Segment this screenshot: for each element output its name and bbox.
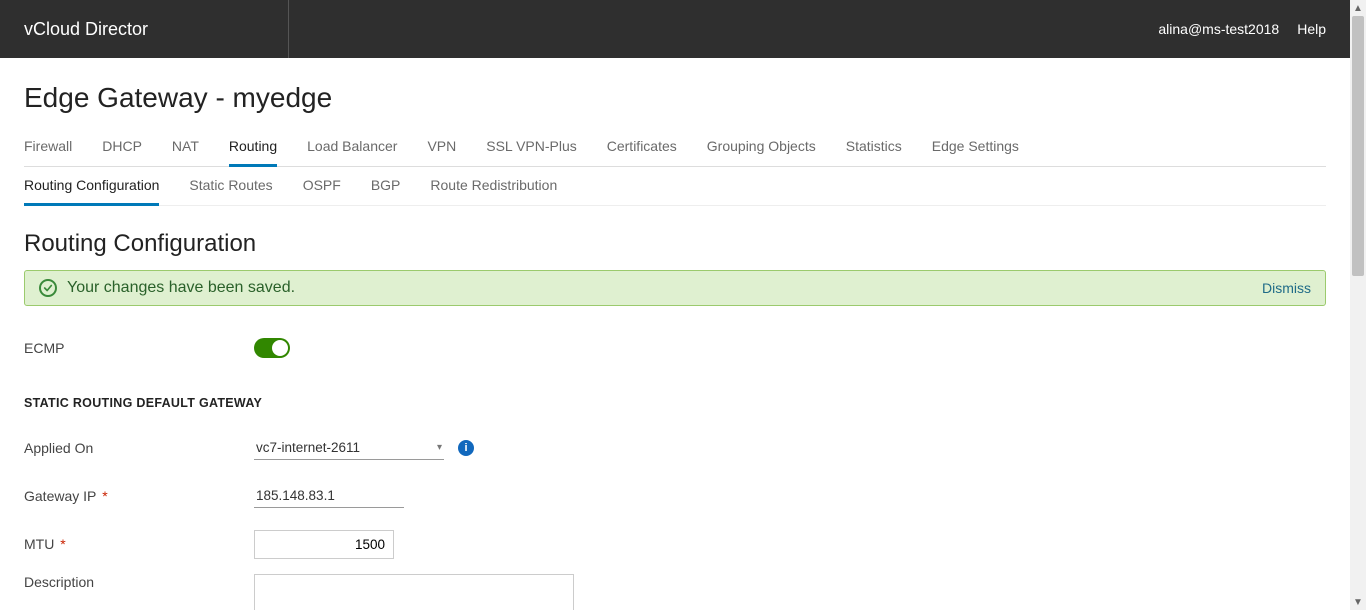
- scroll-thumb[interactable]: [1352, 16, 1364, 276]
- tabs-secondary: Routing Configuration Static Routes OSPF…: [24, 167, 1326, 206]
- subtab-routing-configuration[interactable]: Routing Configuration: [24, 167, 159, 206]
- ecmp-toggle[interactable]: [254, 338, 290, 358]
- vertical-scrollbar[interactable]: ▲ ▼: [1350, 0, 1366, 610]
- scroll-up-icon[interactable]: ▲: [1350, 0, 1366, 16]
- tab-firewall[interactable]: Firewall: [24, 132, 72, 166]
- tab-routing[interactable]: Routing: [229, 132, 277, 167]
- chevron-down-icon: ▾: [437, 442, 442, 453]
- subtab-route-redistribution[interactable]: Route Redistribution: [430, 167, 557, 205]
- ecmp-label: ECMP: [24, 340, 254, 356]
- subtab-static-routes[interactable]: Static Routes: [189, 167, 272, 205]
- topbar: vCloud Director alina@ms-test2018 Help: [0, 0, 1350, 58]
- tab-ssl-vpn-plus[interactable]: SSL VPN-Plus: [486, 132, 577, 166]
- info-icon[interactable]: i: [458, 440, 474, 456]
- subtab-ospf[interactable]: OSPF: [303, 167, 341, 205]
- subtab-bgp[interactable]: BGP: [371, 167, 401, 205]
- section-title: Routing Configuration: [24, 230, 1326, 258]
- tab-dhcp[interactable]: DHCP: [102, 132, 142, 166]
- static-routing-head: STATIC ROUTING DEFAULT GATEWAY: [24, 396, 1326, 410]
- tab-nat[interactable]: NAT: [172, 132, 199, 166]
- user-identity[interactable]: alina@ms-test2018: [1158, 21, 1279, 37]
- success-alert: Your changes have been saved. Dismiss: [24, 270, 1326, 306]
- description-textarea[interactable]: [254, 574, 574, 610]
- gateway-ip-input[interactable]: [254, 484, 404, 508]
- tab-vpn[interactable]: VPN: [427, 132, 456, 166]
- tab-statistics[interactable]: Statistics: [846, 132, 902, 166]
- alert-dismiss[interactable]: Dismiss: [1262, 280, 1311, 296]
- page-title: Edge Gateway - myedge: [24, 82, 1326, 114]
- description-label: Description: [24, 574, 254, 590]
- tab-certificates[interactable]: Certificates: [607, 132, 677, 166]
- tabs-primary: Firewall DHCP NAT Routing Load Balancer …: [24, 132, 1326, 167]
- check-circle-icon: [39, 279, 57, 297]
- applied-on-select[interactable]: vc7-internet-2611 ▾: [254, 436, 444, 460]
- tab-grouping-objects[interactable]: Grouping Objects: [707, 132, 816, 166]
- tab-load-balancer[interactable]: Load Balancer: [307, 132, 397, 166]
- scroll-down-icon[interactable]: ▼: [1350, 594, 1366, 610]
- mtu-input[interactable]: [254, 530, 394, 559]
- tab-edge-settings[interactable]: Edge Settings: [932, 132, 1019, 166]
- mtu-label: MTU *: [24, 536, 254, 552]
- brand[interactable]: vCloud Director: [24, 0, 289, 58]
- gateway-ip-label: Gateway IP *: [24, 488, 254, 504]
- applied-on-label: Applied On: [24, 440, 254, 456]
- alert-message: Your changes have been saved.: [67, 279, 295, 297]
- applied-on-value: vc7-internet-2611: [256, 440, 360, 455]
- help-link[interactable]: Help: [1297, 21, 1326, 37]
